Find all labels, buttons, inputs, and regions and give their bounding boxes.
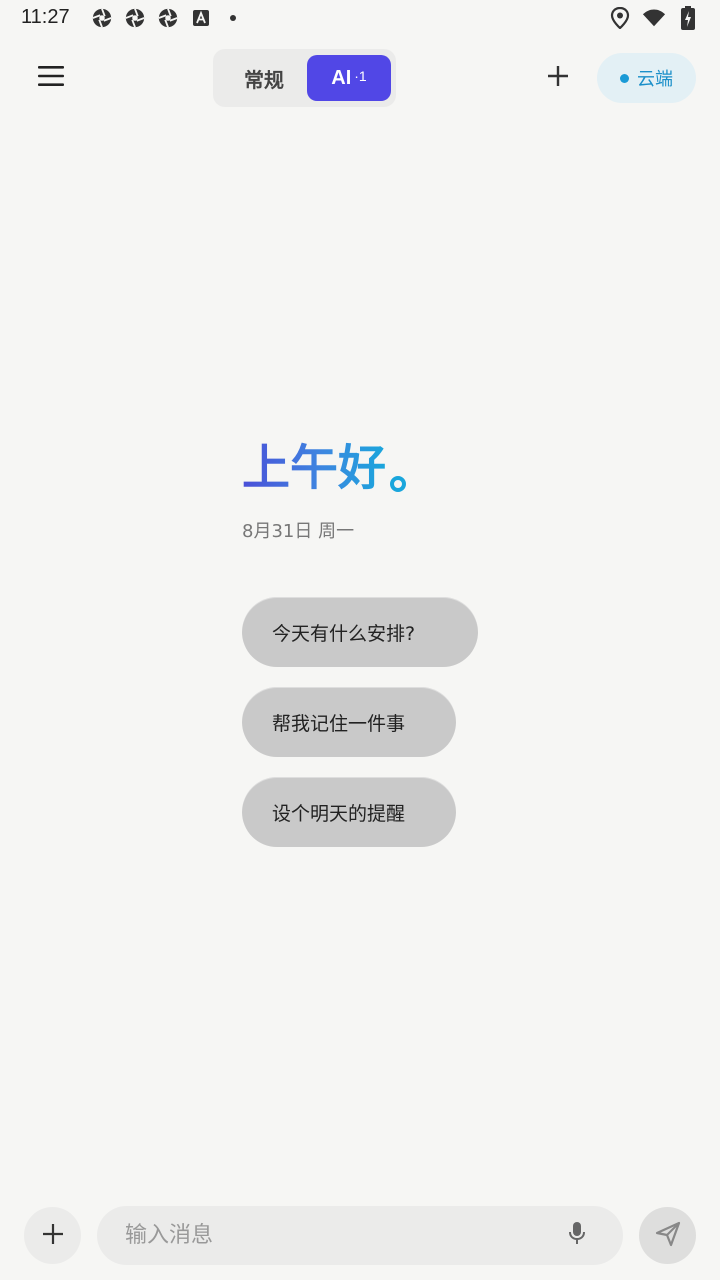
camera-shutter-icon (156, 6, 180, 30)
wifi-icon (642, 6, 666, 30)
camera-shutter-icon (123, 6, 147, 30)
suggestion-label: 帮我记住一件事 (272, 712, 406, 735)
location-icon (608, 6, 632, 30)
tab-ai[interactable]: AI ·1 (307, 55, 391, 101)
message-input[interactable] (123, 1206, 543, 1265)
tab-normal-label: 常规 (244, 67, 284, 92)
send-icon (654, 1220, 682, 1252)
message-input-container (97, 1206, 623, 1265)
new-chat-button[interactable] (536, 56, 580, 100)
suggestion-label: 设个明天的提醒 (272, 802, 406, 825)
tab-ai-label: AI (331, 66, 352, 89)
greeting-title: 上午好 (242, 440, 387, 496)
tab-ai-badge: ·1 (354, 68, 367, 84)
text-a-icon (189, 6, 213, 30)
greeting: 上午好 (242, 436, 407, 498)
suggestion-chip[interactable]: 设个明天的提醒 (242, 777, 456, 847)
menu-icon (37, 65, 65, 91)
cloud-status-dot (620, 73, 629, 83)
suggestion-label: 今天有什么安排? (272, 622, 416, 645)
status-icons-left (90, 6, 236, 30)
microphone-icon (568, 1221, 586, 1249)
attach-button[interactable] (24, 1207, 81, 1264)
tab-normal[interactable]: 常规 (221, 55, 307, 101)
battery-charging-icon (676, 6, 700, 30)
status-icons-right (608, 6, 700, 30)
cloud-label: 云端 (637, 69, 673, 90)
voice-input-button[interactable] (563, 1221, 591, 1249)
status-time: 11:27 (21, 6, 70, 28)
suggestion-chip[interactable]: 帮我记住一件事 (242, 687, 456, 757)
send-button[interactable] (639, 1207, 696, 1264)
greeting-period-mark (390, 476, 407, 492)
notification-dot-icon (230, 15, 236, 21)
greeting-date: 8月31日 周一 (242, 521, 355, 542)
cloud-mode-chip[interactable]: 云端 (597, 53, 696, 103)
mode-switch: 常规 AI ·1 (213, 49, 396, 107)
status-bar: 11:27 (0, 0, 720, 36)
plus-icon (546, 64, 570, 92)
menu-button[interactable] (28, 58, 74, 98)
camera-shutter-icon (90, 6, 114, 30)
plus-icon (42, 1223, 64, 1249)
suggestion-chip[interactable]: 今天有什么安排? (242, 597, 478, 667)
